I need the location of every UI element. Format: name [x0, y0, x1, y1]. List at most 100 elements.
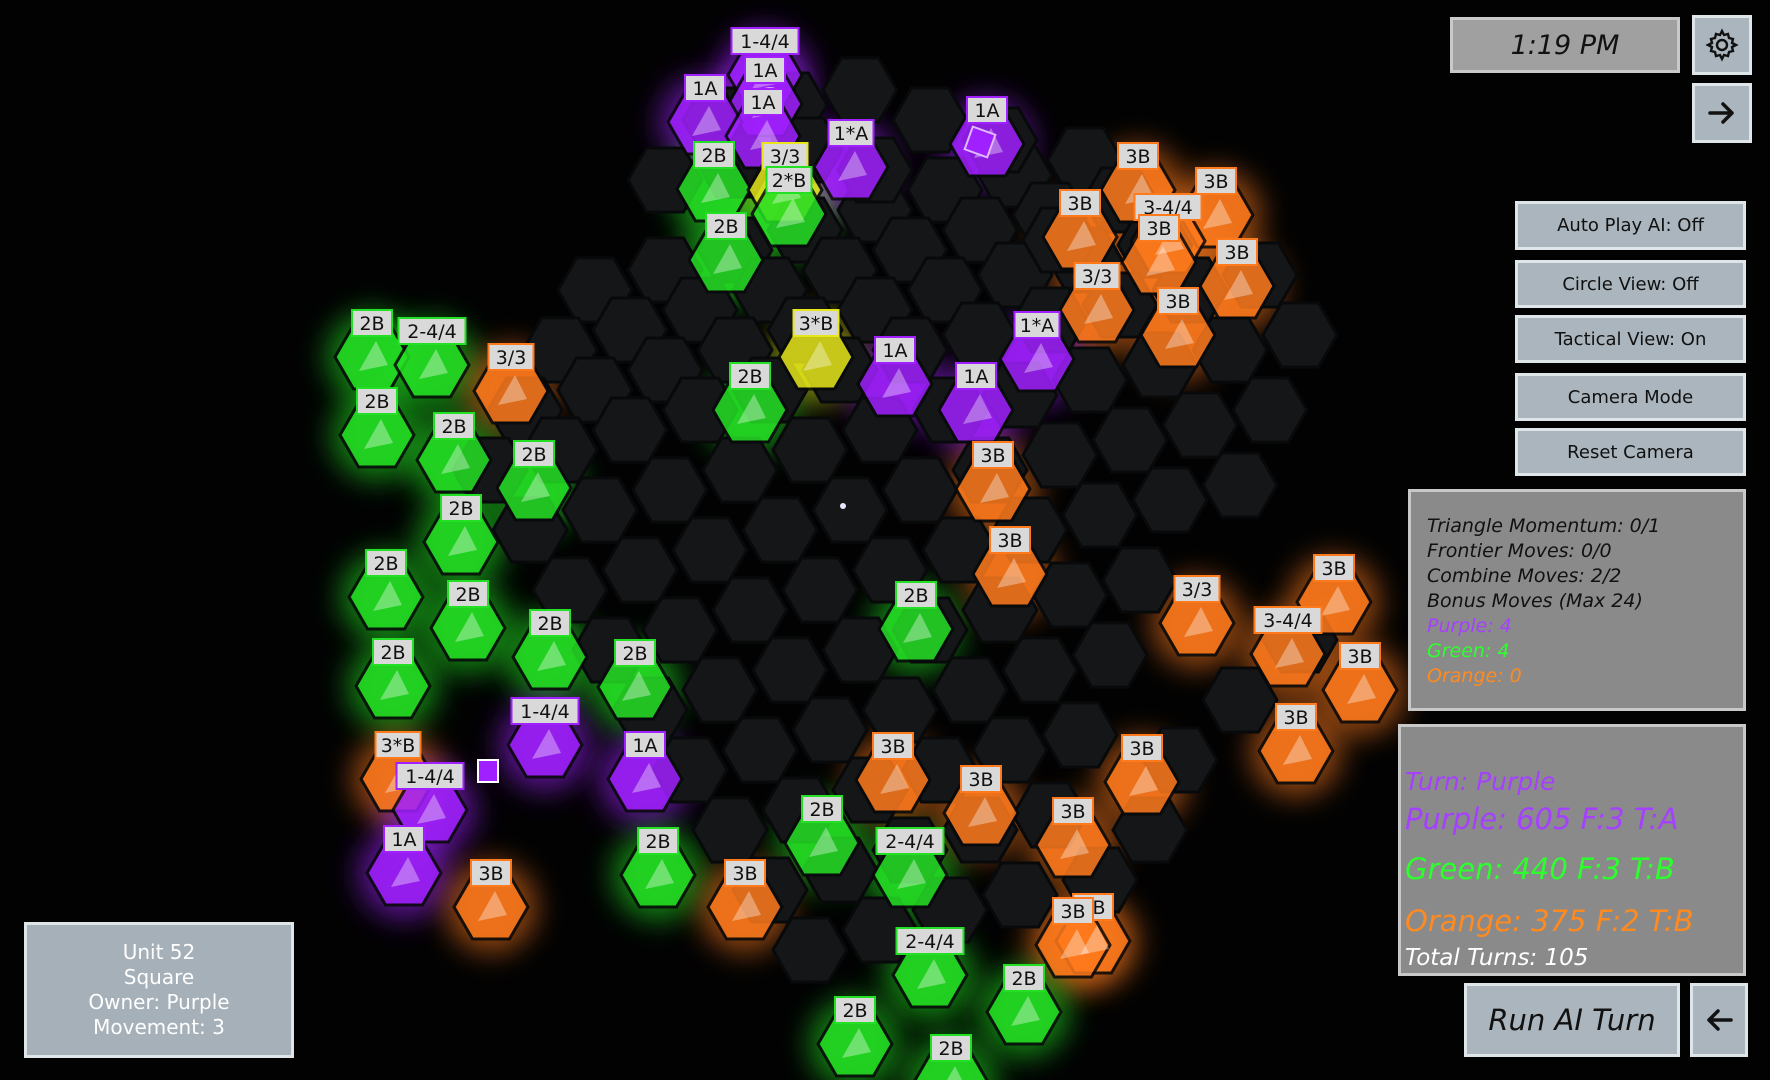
tile-label: 1A [742, 88, 784, 116]
hex-tile-empty[interactable] [1091, 406, 1169, 474]
hex-tile-empty[interactable] [721, 716, 799, 784]
reset-camera-button[interactable]: Reset Camera [1515, 428, 1746, 476]
tile-label: 2B [447, 580, 489, 608]
tile-label: 2-4/4 [875, 827, 945, 855]
hex-tile-empty[interactable] [601, 536, 679, 604]
hex-tile-empty[interactable] [821, 56, 899, 124]
unit-shape: Square [123, 965, 195, 989]
tile-label-text: 3B [1129, 738, 1154, 760]
hex-tile-empty[interactable] [1231, 376, 1309, 444]
tile-label-text: 3B [880, 736, 905, 758]
tile-label: 3B [470, 859, 512, 887]
green-score: Green: 440 F:3 T:B [1405, 852, 1675, 886]
tile-label-text: 3B [1321, 558, 1346, 580]
bonus-green: Green: 4 [1427, 640, 1510, 662]
tile-label-text: 1A [963, 366, 988, 388]
tile-label: 3*B [792, 309, 840, 337]
tile-label-text: 2-4/4 [885, 831, 935, 853]
tile-label-text: 3B [1146, 218, 1171, 240]
tile-label: 3B [1059, 189, 1101, 217]
hex-tile-empty[interactable] [781, 556, 859, 624]
tile-label-text: 2B [359, 313, 384, 335]
tile-label-text: 3*B [799, 313, 834, 335]
hex-tile-empty[interactable] [741, 496, 819, 564]
tile-label: 1*A [1013, 311, 1061, 339]
settings-button[interactable] [1692, 15, 1752, 75]
tile-label: 3B [872, 732, 914, 760]
hex-tile-empty[interactable] [671, 516, 749, 584]
total-turns: Total Turns: 105 [1405, 945, 1589, 971]
tile-label-text: 2B [380, 642, 405, 664]
hex-tile-empty[interactable] [791, 696, 869, 764]
tile-label: 2B [637, 827, 679, 855]
hex-tile-empty[interactable] [881, 456, 959, 524]
tile-label: 2B [895, 581, 937, 609]
tile-label: 2*B [765, 166, 813, 194]
tile-label: 3B [989, 526, 1031, 554]
camera-mode-button[interactable]: Camera Mode [1515, 373, 1746, 421]
tile-label-text: 1A [632, 735, 657, 757]
purple-score: Purple: 605 F:3 T:A [1405, 802, 1679, 836]
tile-label: 1A [966, 96, 1008, 124]
tile-label: 2B [440, 494, 482, 522]
tile-label-text: 1A [974, 100, 999, 122]
tile-label: 3B [1216, 238, 1258, 266]
tile-label-text: 3B [1067, 193, 1092, 215]
tile-label-text: 2B [713, 216, 738, 238]
hex-tile-empty[interactable] [1071, 621, 1149, 689]
tile-label-text: 2B [903, 585, 928, 607]
tile-label: 3B [1052, 797, 1094, 825]
hex-tile-empty[interactable] [931, 656, 1009, 724]
hex-tile-empty[interactable] [691, 796, 769, 864]
tile-label-text: 2B [1011, 968, 1036, 990]
selected-square-unit-icon[interactable] [477, 759, 499, 783]
tactical-view-button[interactable]: Tactical View: On [1515, 315, 1746, 363]
hex-tile-empty[interactable] [751, 636, 829, 704]
tile-label-text: 2B [373, 553, 398, 575]
tile-label: 3/3 [761, 142, 809, 170]
circle-view-button[interactable]: Circle View: Off [1515, 260, 1746, 308]
tile-label-text: 2*B [772, 170, 807, 192]
tile-label: 1A [383, 825, 425, 853]
tile-label: 2B [801, 795, 843, 823]
hex-tile-empty[interactable] [681, 656, 759, 724]
hex-tile-empty[interactable] [1201, 451, 1279, 519]
tile-label-text: 3B [1224, 242, 1249, 264]
tile-label-text: 1*A [1020, 315, 1055, 337]
tile-label-text: 1A [692, 78, 717, 100]
tile-label-text: 2B [809, 799, 834, 821]
auto-play-ai-button[interactable]: Auto Play AI: Off [1515, 201, 1746, 250]
hex-tile-empty[interactable] [1001, 636, 1079, 704]
tile-label-text: 2B [938, 1038, 963, 1060]
hex-tile-empty[interactable] [1061, 481, 1139, 549]
tile-label: 3B [724, 859, 766, 887]
tile-label: 3/3 [1173, 575, 1221, 603]
triangle-momentum: Triangle Momentum: 0/1 [1427, 515, 1661, 537]
tile-label: 3B [1052, 897, 1094, 925]
tile-label-text: 1A [750, 92, 775, 114]
tile-label-text: 2B [645, 831, 670, 853]
hex-tile-empty[interactable] [1131, 466, 1209, 534]
hex-tile-empty[interactable] [631, 456, 709, 524]
tile-label: 2B [513, 440, 555, 468]
hex-tile-empty[interactable] [811, 476, 889, 544]
hex-tile-empty[interactable] [711, 576, 789, 644]
orange-score: Orange: 375 F:2 T:B [1405, 904, 1694, 938]
tile-label: 3B [960, 765, 1002, 793]
tile-label: 2B [1003, 964, 1045, 992]
back-button[interactable] [1690, 983, 1748, 1057]
tile-label-text: 3B [478, 863, 503, 885]
tile-label-text: 1*A [834, 123, 869, 145]
tile-label-text: 2B [842, 1000, 867, 1022]
tile-label-text: 3B [1283, 707, 1308, 729]
run-ai-turn-button[interactable]: Run AI Turn [1464, 983, 1680, 1057]
hex-tile-empty[interactable] [1161, 391, 1239, 459]
clock-display: 1:19 PM [1450, 17, 1680, 73]
gear-icon [1705, 28, 1739, 62]
run-ai-turn-label: Run AI Turn [1488, 1003, 1656, 1037]
tile-label-text: 3B [732, 863, 757, 885]
arrow-left-icon [1707, 1009, 1733, 1031]
tile-label-text: 1-4/4 [740, 31, 790, 53]
next-button[interactable] [1692, 83, 1752, 143]
tile-label-text: 1A [752, 60, 777, 82]
